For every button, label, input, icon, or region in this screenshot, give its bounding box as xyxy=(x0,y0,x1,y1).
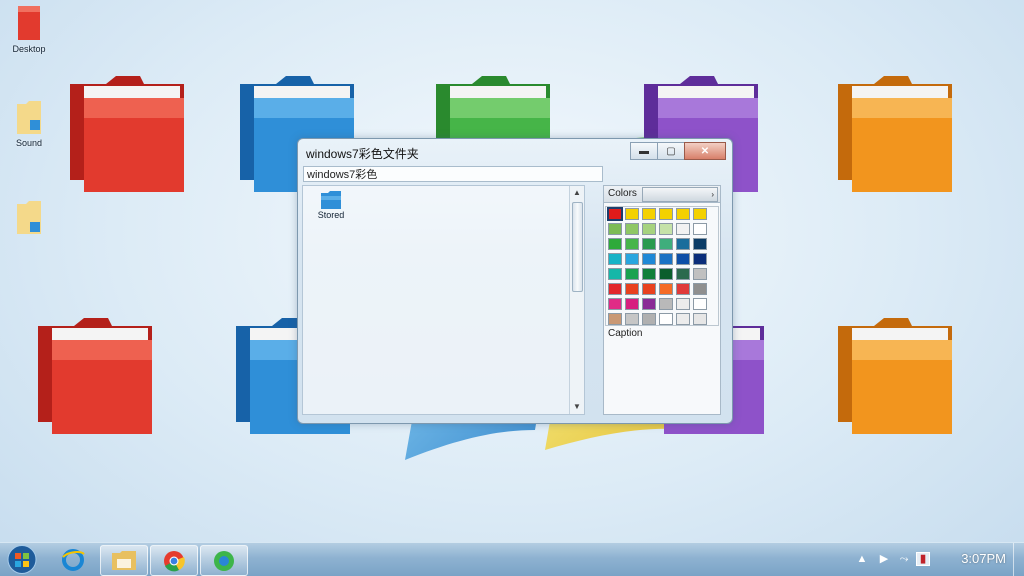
color-swatch[interactable] xyxy=(642,313,656,325)
colors-header: Colors › xyxy=(604,186,720,203)
color-swatch[interactable] xyxy=(642,208,656,220)
desktop-icon-folder[interactable] xyxy=(6,198,52,238)
color-swatch[interactable] xyxy=(693,238,707,250)
taskbar-clock[interactable]: 3:07PM xyxy=(961,551,1006,566)
vertical-scrollbar[interactable]: ▲ ▼ xyxy=(569,186,584,414)
show-desktop-button[interactable] xyxy=(1013,543,1024,576)
color-swatch[interactable] xyxy=(625,223,639,235)
colors-panel: Colors › Caption xyxy=(603,185,721,415)
color-swatch[interactable] xyxy=(676,298,690,310)
scroll-thumb[interactable] xyxy=(572,202,583,292)
color-swatch[interactable] xyxy=(659,313,673,325)
folder-red-bottom[interactable] xyxy=(34,312,156,434)
color-swatch[interactable] xyxy=(608,268,622,280)
desktop-icon-sound[interactable]: Sound xyxy=(6,98,52,148)
color-swatch[interactable] xyxy=(608,223,622,235)
color-swatch[interactable] xyxy=(642,223,656,235)
desktop-icon-desktop[interactable]: Desktop xyxy=(6,4,52,54)
color-swatch[interactable] xyxy=(659,223,673,235)
taskbar-ie[interactable] xyxy=(50,545,96,574)
color-swatch[interactable] xyxy=(693,298,707,310)
color-swatch[interactable] xyxy=(676,283,690,295)
color-swatch[interactable] xyxy=(693,253,707,265)
file-label: Stored xyxy=(317,210,345,220)
color-swatch[interactable] xyxy=(659,253,673,265)
color-swatch[interactable] xyxy=(608,313,622,325)
internet-explorer-icon xyxy=(62,549,85,571)
color-swatch[interactable] xyxy=(693,268,707,280)
window-title: windows7彩色文件夹 xyxy=(306,147,419,161)
desktop-icon-label: Sound xyxy=(15,138,43,148)
color-swatch[interactable] xyxy=(642,253,656,265)
color-swatch[interactable] xyxy=(608,298,622,310)
color-swatch[interactable] xyxy=(659,208,673,220)
start-button-icon[interactable] xyxy=(2,543,42,576)
colors-dropdown-button[interactable]: › xyxy=(642,187,718,202)
color-swatch[interactable] xyxy=(693,313,707,325)
color-swatch[interactable] xyxy=(676,268,690,280)
color-swatch[interactable] xyxy=(642,283,656,295)
color-swatch[interactable] xyxy=(693,208,707,220)
close-button[interactable]: ✕ xyxy=(684,142,726,160)
address-bar[interactable]: windows7彩色 xyxy=(303,166,603,182)
color-swatch[interactable] xyxy=(676,313,690,325)
color-swatch[interactable] xyxy=(693,223,707,235)
color-swatch[interactable] xyxy=(625,208,639,220)
green-app-icon xyxy=(214,551,234,571)
color-swatch[interactable] xyxy=(659,268,673,280)
color-swatch[interactable] xyxy=(642,238,656,250)
battery-icon[interactable]: ▮ xyxy=(916,552,930,566)
colorful-folder-window[interactable]: windows7彩色文件夹 ▬ ▢ ✕ windows7彩色 Stored ▲ … xyxy=(297,138,733,424)
color-swatch[interactable] xyxy=(676,238,690,250)
folder-red-top[interactable] xyxy=(66,70,188,192)
color-swatch[interactable] xyxy=(608,283,622,295)
color-swatch[interactable] xyxy=(642,298,656,310)
scroll-down-icon[interactable]: ▼ xyxy=(570,400,584,414)
desktop-icon-label: Desktop xyxy=(12,44,46,54)
scroll-up-icon[interactable]: ▲ xyxy=(570,186,584,200)
file-explorer-icon xyxy=(112,551,136,570)
color-swatch[interactable] xyxy=(608,238,622,250)
color-swatch[interactable] xyxy=(625,253,639,265)
folder-orange-top[interactable] xyxy=(834,70,956,192)
color-swatch[interactable] xyxy=(608,253,622,265)
network-folder-icon xyxy=(17,101,41,134)
color-swatch[interactable] xyxy=(659,238,673,250)
maximize-button[interactable]: ▢ xyxy=(657,142,685,160)
system-tray: ▲ ▶ ⤳ ▮ 3:07PM xyxy=(854,543,1024,576)
flag-icon[interactable]: ▶ xyxy=(876,552,892,566)
red-folder-icon xyxy=(18,6,40,40)
color-swatch[interactable] xyxy=(676,208,690,220)
title-bar[interactable]: windows7彩色文件夹 ▬ ▢ ✕ xyxy=(298,139,732,165)
folder-orange-bottom[interactable] xyxy=(834,312,956,434)
color-swatch[interactable] xyxy=(625,298,639,310)
taskbar-app[interactable] xyxy=(200,545,248,576)
taskbar: ▲ ▶ ⤳ ▮ 3:07PM xyxy=(0,542,1024,576)
colors-header-label: Colors xyxy=(608,188,637,199)
chrome-icon xyxy=(164,551,185,572)
color-swatch[interactable] xyxy=(625,268,639,280)
color-swatch[interactable] xyxy=(659,298,673,310)
color-swatch[interactable] xyxy=(607,207,623,221)
color-swatch[interactable] xyxy=(625,313,639,325)
network-folder-icon xyxy=(17,201,41,234)
color-swatch[interactable] xyxy=(659,283,673,295)
color-swatch-grid xyxy=(607,207,707,325)
color-swatch[interactable] xyxy=(693,283,707,295)
color-swatch[interactable] xyxy=(642,268,656,280)
network-icon[interactable]: ⤳ xyxy=(896,552,912,566)
caption-label: Caption xyxy=(608,328,643,339)
tray-arrow-icon[interactable]: ▲ xyxy=(854,552,870,566)
color-swatch[interactable] xyxy=(625,283,639,295)
color-swatch[interactable] xyxy=(676,223,690,235)
minimize-button[interactable]: ▬ xyxy=(630,142,658,160)
blue-folder-icon xyxy=(321,191,341,209)
taskbar-chrome[interactable] xyxy=(150,545,198,576)
taskbar-explorer[interactable] xyxy=(100,545,148,576)
color-swatch[interactable] xyxy=(625,238,639,250)
file-item[interactable]: Stored xyxy=(313,190,349,220)
color-swatch[interactable] xyxy=(676,253,690,265)
file-list-pane[interactable]: Stored ▲ ▼ xyxy=(302,185,585,415)
